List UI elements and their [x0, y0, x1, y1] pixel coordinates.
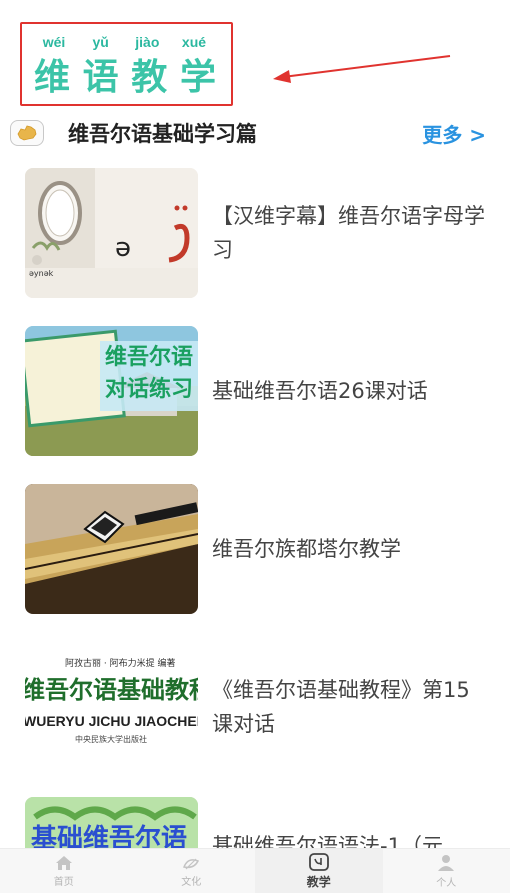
tab-label: 文化 — [181, 876, 202, 888]
thumbnail: 阿孜古丽 · 阿布力米提 编著 维吾尔语基础教程 WUERYU JICHU JI… — [25, 642, 198, 772]
svg-text:ə: ə — [115, 233, 131, 263]
thumb-caption: əynək — [29, 269, 54, 278]
section-title: 维吾尔语基础学习篇 — [68, 122, 257, 146]
tab-culture[interactable]: 文化 — [128, 849, 256, 893]
thumbnail: 维吾尔语 对话练习 — [25, 326, 198, 456]
logo-char-2: 语 — [82, 56, 119, 98]
home-icon — [55, 855, 72, 870]
tab-label: 首页 — [53, 876, 74, 888]
thumb-text2: 对话练习 — [105, 376, 193, 402]
item-title: 维吾尔族都塔尔教学 — [212, 537, 401, 561]
teaching-icon — [308, 852, 329, 871]
thumbnail — [25, 484, 198, 614]
tab-home[interactable]: 首页 — [0, 849, 128, 893]
tab-bar: 首页 文化 教学 个人 — [0, 848, 510, 893]
item-title: 基础维吾尔语26课对话 — [212, 379, 428, 403]
list-item[interactable]: ə əynək 【汉维字幕】维吾尔语字母学习 — [0, 168, 510, 298]
map-icon — [10, 120, 44, 146]
thumb-bottom: 中央民族大学出版社 — [75, 734, 147, 744]
thumb-text: 维吾尔语 — [105, 344, 193, 370]
section-header: 维吾尔语基础学习篇 更多 > — [10, 116, 490, 150]
item-title: 【汉维字幕】维吾尔语字母学习 — [212, 204, 485, 262]
more-link[interactable]: 更多 > — [422, 119, 486, 148]
logo-char-1: 维 — [33, 56, 70, 98]
tab-label: 个人 — [436, 877, 457, 889]
person-icon — [438, 854, 455, 871]
list-item[interactable]: 维吾尔语 对话练习 基础维吾尔语26课对话 — [0, 326, 510, 456]
logo-characters: 维 语 教 学 — [30, 48, 220, 100]
tab-teaching[interactable]: 教学 — [255, 849, 383, 893]
thumb-text: 维吾尔语基础教程 — [25, 676, 198, 704]
logo-annotation-box: wéi yǔ jiào xué 维 语 教 学 — [20, 22, 233, 106]
list-item[interactable]: 阿孜古丽 · 阿布力米提 编著 维吾尔语基础教程 WUERYU JICHU JI… — [0, 642, 510, 772]
thumb-caption: WUERYU JICHU JIAOCHENG — [25, 713, 198, 729]
list-item[interactable]: 维吾尔族都塔尔教学 — [0, 484, 510, 614]
logo-char-4: 学 — [179, 56, 216, 98]
thumbnail: ə əynək — [25, 168, 198, 298]
logo-char-3: 教 — [131, 56, 168, 98]
tab-label: 教学 — [306, 874, 331, 889]
tab-personal[interactable]: 个人 — [383, 849, 510, 893]
culture-icon — [183, 858, 200, 869]
item-title: 《维吾尔语基础教程》第15课对话 — [212, 678, 470, 736]
thumb-top: 阿孜古丽 · 阿布力米提 编著 — [65, 657, 175, 669]
annotation-arrow — [273, 55, 451, 83]
